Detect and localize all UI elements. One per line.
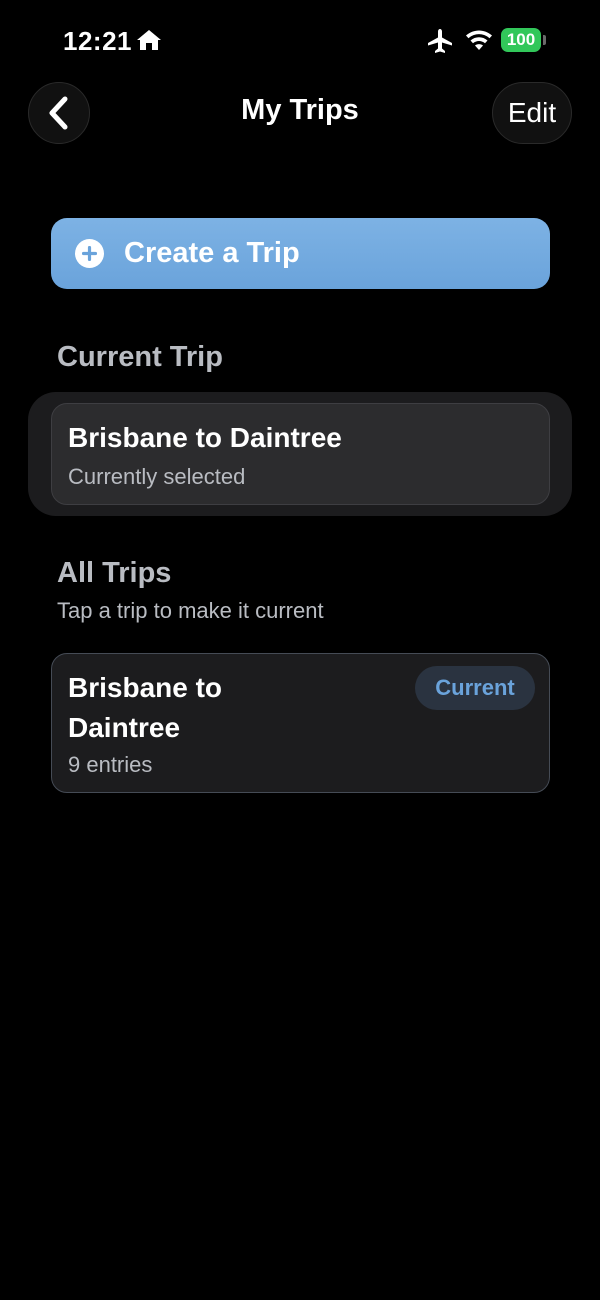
create-trip-label: Create a Trip [124,237,300,269]
trip-entry-count: 9 entries [68,752,153,777]
current-badge: Current [415,666,535,710]
home-icon [137,30,161,50]
current-trip-status: Currently selected [68,464,246,489]
all-trips-heading: All Trips [57,557,172,589]
create-trip-button[interactable]: Create a Trip [51,218,550,289]
current-trip-card[interactable]: Brisbane to Daintree Currently selected [51,403,550,505]
trip-name: Brisbane to Daintree [68,672,223,743]
edit-button[interactable]: Edit [492,82,572,144]
current-trip-heading: Current Trip [57,341,223,373]
plus-circle-icon [75,239,104,268]
current-trip-name: Brisbane to Daintree [68,422,342,453]
airplane-icon [428,29,452,53]
all-trips-subtitle: Tap a trip to make it current [57,598,324,623]
battery-icon: 100 [501,28,541,52]
status-time: 12:21 [63,26,132,56]
trip-list-item[interactable]: Brisbane to Daintree 9 entries Current [51,653,550,793]
battery-level: 100 [506,30,536,49]
status-bar: 12:21 100 [0,0,600,80]
wifi-icon [466,30,492,50]
battery-tip [543,35,546,45]
